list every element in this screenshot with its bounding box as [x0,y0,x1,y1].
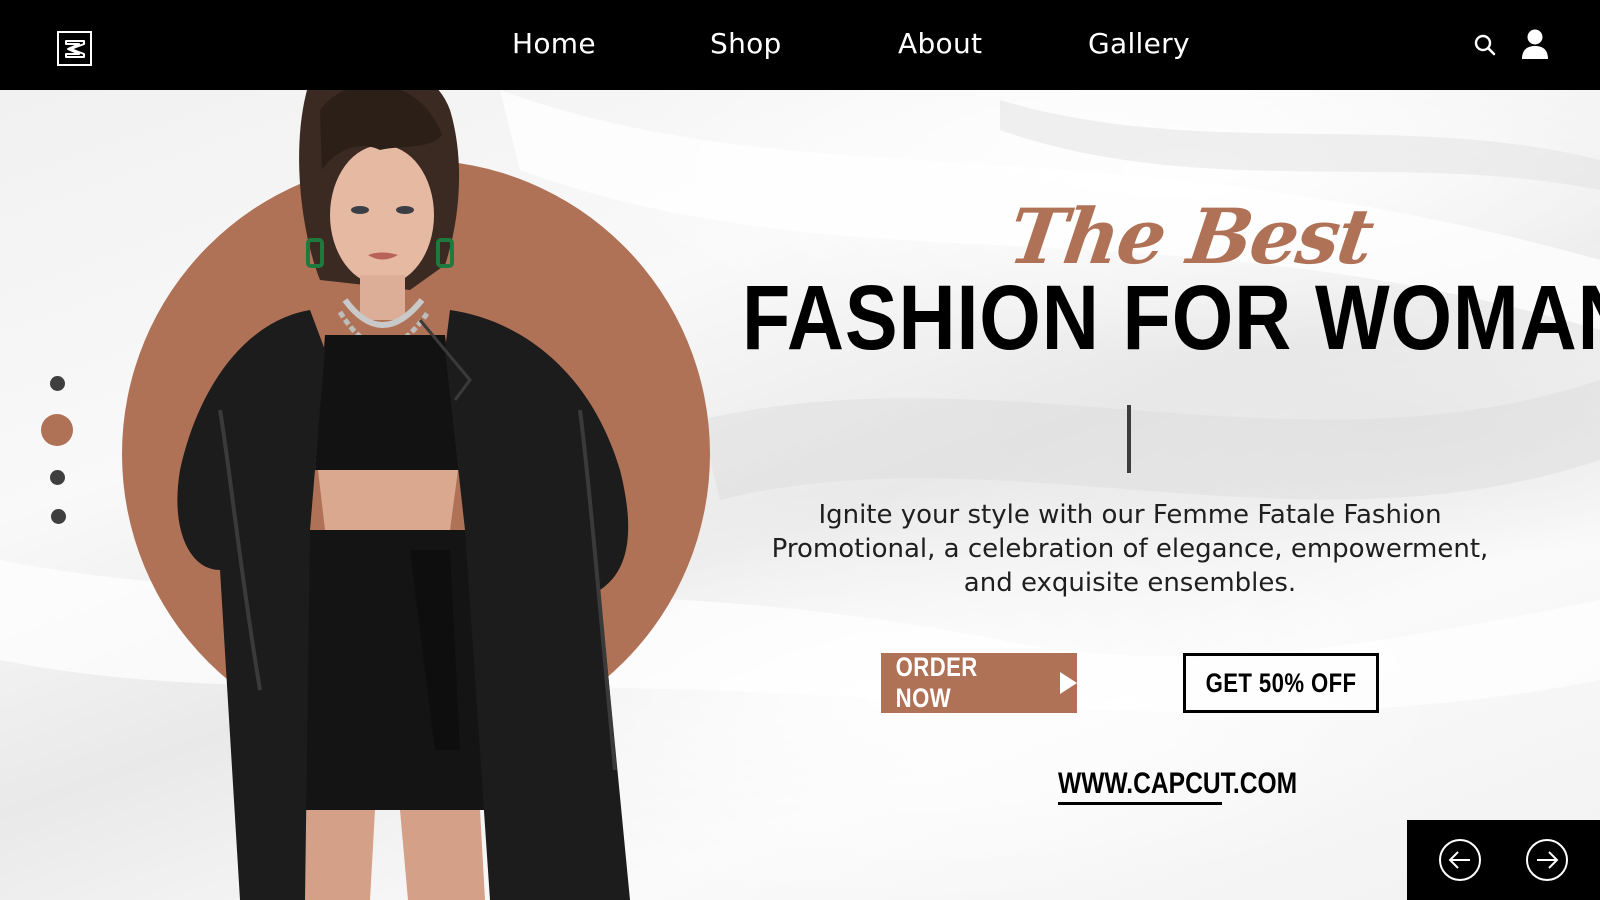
nav-about-link[interactable]: About [898,27,982,60]
get-50-off-label: GET 50% OFF [1205,667,1357,698]
hero-description: Ignite your style with our Femme Fatale … [771,500,1489,598]
model-image [160,50,680,900]
order-now-button[interactable]: ORDER NOW [881,652,1077,713]
order-now-label: ORDER NOW [895,652,978,713]
user-icon[interactable] [1520,28,1550,60]
vertical-divider [1127,405,1131,473]
search-icon[interactable] [1473,33,1497,57]
get-50-off-button[interactable]: GET 50% OFF [1183,653,1379,713]
capcut-logo-icon[interactable] [57,31,92,66]
arrow-right-circle-icon[interactable] [1525,838,1569,882]
slide-dot-3[interactable] [50,470,65,485]
arrow-left-circle-icon[interactable] [1438,838,1482,882]
slide-dot-2-active[interactable] [41,414,73,446]
nav-shop-link[interactable]: Shop [710,27,782,60]
slide-dot-4[interactable] [51,509,66,524]
play-triangle-icon [1060,672,1077,694]
hero-main-title: FASHION FOR WOMAN [742,267,1600,369]
top-navigation-bar: Home Shop About Gallery [0,0,1600,90]
nav-gallery-link[interactable]: Gallery [1088,27,1190,60]
nav-home-link[interactable]: Home [512,27,596,60]
slider-controls [1407,820,1600,900]
website-link[interactable]: WWW.CAPCUT.COM [1058,767,1297,805]
slide-dot-1[interactable] [50,376,65,391]
